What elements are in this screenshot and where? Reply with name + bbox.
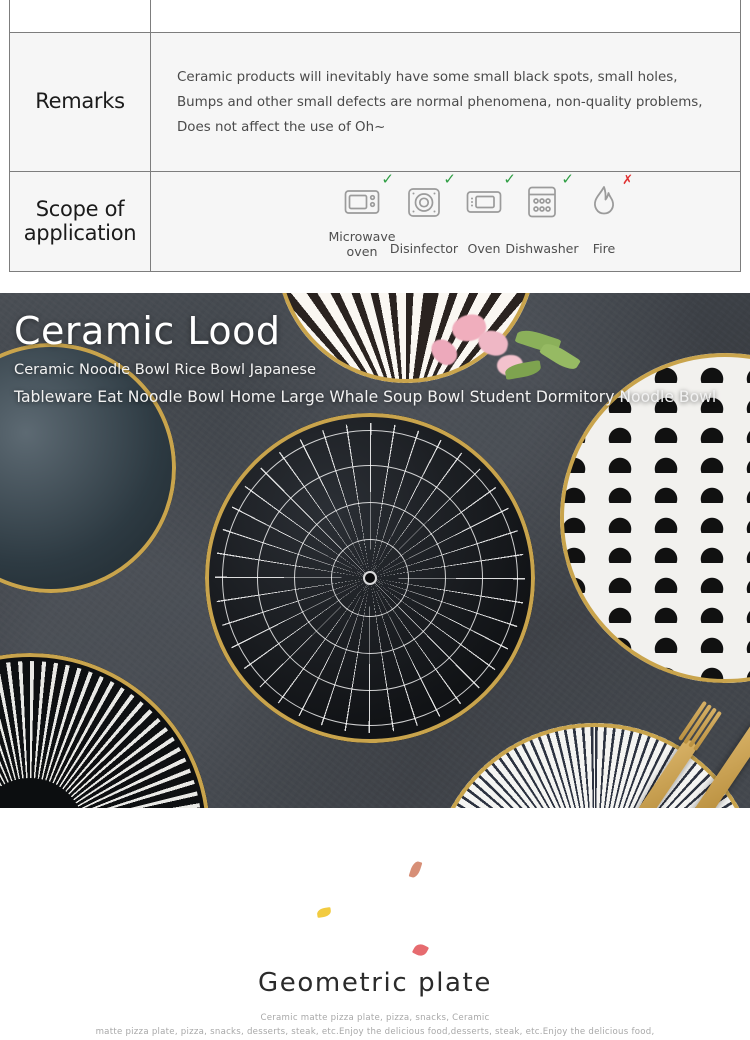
- bottom-title: Geometric plate: [258, 968, 492, 998]
- remarks-body-cell: Ceramic products will inevitably have so…: [150, 32, 741, 172]
- hero-product-photo: Ceramic Lood Ceramic Noodle Bowl Rice Bo…: [0, 293, 750, 808]
- hero-caption: Ceramic Lood Ceramic Noodle Bowl Rice Bo…: [14, 309, 716, 411]
- specification-table: Remarks Ceramic products will inevitably…: [9, 0, 741, 272]
- remarks-line-1: Ceramic products will inevitably have so…: [177, 69, 678, 85]
- product-detail-page: Remarks Ceramic products will inevitably…: [0, 0, 750, 1040]
- dishwasher-icon: ✓: [522, 172, 574, 222]
- hero-subtitle-line-1: Ceramic Noodle Bowl Rice Bowl Japanese: [14, 361, 316, 378]
- partial-row-label-cell: [9, 0, 151, 33]
- hero-subtitle-line-2: Tableware Eat Noodle Bowl Home Large Wha…: [14, 388, 717, 406]
- partial-row-body-cell: [150, 0, 741, 33]
- remarks-label-cell: Remarks: [9, 32, 151, 172]
- hero-title: Ceramic Lood: [14, 309, 281, 353]
- plate-web-rim: [205, 413, 535, 743]
- appliance-fire: ✗ Fire: [561, 174, 647, 256]
- bottom-subtitle-line-1: Ceramic matte pizza plate, pizza, snacks…: [260, 1013, 490, 1023]
- bottom-subtitle: Ceramic matte pizza plate, pizza, snacks…: [0, 1011, 750, 1039]
- fire-cross-icon: ✗: [622, 173, 633, 188]
- bottom-caption-block: Geometric plate Ceramic matte pizza plat…: [0, 808, 750, 1040]
- microwave-oven-icon: ✓: [342, 172, 394, 222]
- appliance-icon-strip: ✓ Microwave oven ✓ Disinfector ✓ Oven ✓ …: [151, 172, 740, 271]
- confetti-speck: [316, 907, 332, 918]
- scope-label-line-1: Scope of: [35, 196, 125, 221]
- scope-label: Scope of application: [10, 196, 150, 245]
- fire-icon: ✗: [584, 174, 633, 222]
- table-row-scope: Scope of application ✓ Microwave oven ✓ …: [9, 171, 741, 272]
- fire-label: Fire: [592, 241, 616, 256]
- table-row-remarks: Remarks Ceramic products will inevitably…: [9, 32, 741, 172]
- scope-label-line-2: application: [23, 220, 137, 245]
- remarks-label: Remarks: [35, 89, 125, 114]
- confetti-speck: [408, 860, 423, 879]
- confetti-speck: [411, 941, 430, 959]
- bottom-subtitle-line-2: matte pizza plate, pizza, snacks, desser…: [95, 1027, 655, 1037]
- disinfector-icon: ✓: [404, 172, 456, 222]
- microwave-oven-label-line-2: oven: [346, 244, 378, 259]
- scope-body-cell: ✓ Microwave oven ✓ Disinfector ✓ Oven ✓ …: [150, 171, 741, 272]
- plate-web: [205, 413, 535, 743]
- scope-label-cell: Scope of application: [9, 171, 151, 272]
- remarks-text-block: Ceramic products will inevitably have so…: [151, 65, 740, 140]
- remarks-line-2: Bumps and other small defects are normal…: [177, 94, 703, 110]
- table-row-partial: [9, 0, 741, 33]
- remarks-line-3: Does not affect the use of Oh~: [177, 119, 386, 135]
- oven-icon: ✓: [464, 172, 516, 222]
